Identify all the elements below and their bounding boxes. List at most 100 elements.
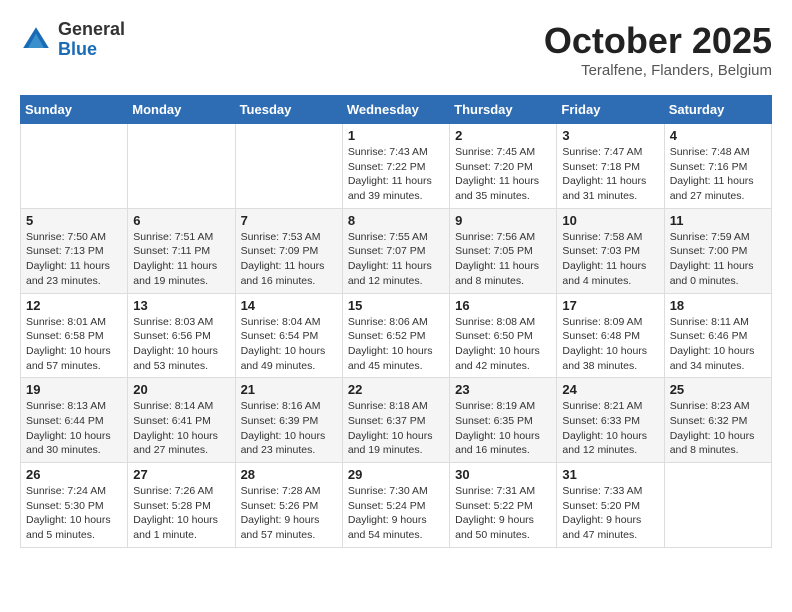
calendar-cell: 6 Sunrise: 7:51 AM Sunset: 7:11 PM Daylig… [128,208,235,293]
day-info: Sunrise: 8:09 AM Sunset: 6:48 PM Dayligh… [562,315,658,374]
day-of-week-friday: Friday [557,96,664,124]
logo-general: General [58,20,125,40]
day-of-week-monday: Monday [128,96,235,124]
week-row-1: 1Sunrise: 7:43 AM Sunset: 7:22 PM Daylig… [21,124,772,209]
day-of-week-tuesday: Tuesday [235,96,342,124]
day-number: 30 [455,467,551,482]
day-number: 1 [348,128,444,143]
day-info: Sunrise: 7:45 AM Sunset: 7:20 PM Dayligh… [455,145,551,204]
calendar-cell: 3Sunrise: 7:47 AM Sunset: 7:18 PM Daylig… [557,124,664,209]
logo: General Blue [20,20,125,60]
calendar-cell: 24Sunrise: 8:21 AM Sunset: 6:33 PM Dayli… [557,378,664,463]
day-info: Sunrise: 7:30 AM Sunset: 5:24 PM Dayligh… [348,484,444,543]
calendar-cell: 11Sunrise: 7:59 AM Sunset: 7:00 PM Dayli… [664,208,771,293]
calendar-cell: 18 Sunrise: 8:11 AM Sunset: 6:46 PM Dayli… [664,293,771,378]
calendar-cell: 4 Sunrise: 7:48 AM Sunset: 7:16 PM Daylig… [664,124,771,209]
day-info: Sunrise: 8:08 AM Sunset: 6:50 PM Dayligh… [455,315,551,374]
day-number: 10 [562,213,658,228]
day-info: Sunrise: 8:21 AM Sunset: 6:33 PM Dayligh… [562,399,658,458]
calendar-cell: 5 Sunrise: 7:50 AM Sunset: 7:13 PM Daylig… [21,208,128,293]
day-number: 8 [348,213,444,228]
calendar-cell: 10 Sunrise: 7:58 AM Sunset: 7:03 PM Dayli… [557,208,664,293]
day-info: Sunrise: 7:33 AM Sunset: 5:20 PM Dayligh… [562,484,658,543]
day-info: Sunrise: 8:01 AM Sunset: 6:58 PM Dayligh… [26,315,122,374]
day-info: Sunrise: 7:53 AM Sunset: 7:09 PM Dayligh… [241,230,337,289]
week-row-5: 26 Sunrise: 7:24 AM Sunset: 5:30 PM Dayli… [21,463,772,548]
day-number: 31 [562,467,658,482]
day-info: Sunrise: 8:14 AM Sunset: 6:41 PM Dayligh… [133,399,229,458]
day-info: Sunrise: 8:13 AM Sunset: 6:44 PM Dayligh… [26,399,122,458]
calendar-cell: 22 Sunrise: 8:18 AM Sunset: 6:37 PM Dayli… [342,378,449,463]
day-number: 12 [26,298,122,313]
day-of-week-sunday: Sunday [21,96,128,124]
day-number: 6 [133,213,229,228]
day-number: 27 [133,467,229,482]
calendar-cell: 1Sunrise: 7:43 AM Sunset: 7:22 PM Daylig… [342,124,449,209]
week-row-2: 5 Sunrise: 7:50 AM Sunset: 7:13 PM Daylig… [21,208,772,293]
calendar-cell: 29 Sunrise: 7:30 AM Sunset: 5:24 PM Dayli… [342,463,449,548]
day-number: 5 [26,213,122,228]
calendar-cell: 15Sunrise: 8:06 AM Sunset: 6:52 PM Dayli… [342,293,449,378]
day-number: 9 [455,213,551,228]
day-of-week-saturday: Saturday [664,96,771,124]
day-of-week-wednesday: Wednesday [342,96,449,124]
day-info: Sunrise: 7:56 AM Sunset: 7:05 PM Dayligh… [455,230,551,289]
calendar-cell: 13Sunrise: 8:03 AM Sunset: 6:56 PM Dayli… [128,293,235,378]
day-info: Sunrise: 7:51 AM Sunset: 7:11 PM Dayligh… [133,230,229,289]
days-of-week-row: SundayMondayTuesdayWednesdayThursdayFrid… [21,96,772,124]
week-row-3: 12 Sunrise: 8:01 AM Sunset: 6:58 PM Dayli… [21,293,772,378]
day-number: 20 [133,382,229,397]
day-number: 18 [670,298,766,313]
day-number: 7 [241,213,337,228]
day-info: Sunrise: 7:26 AM Sunset: 5:28 PM Dayligh… [133,484,229,543]
calendar-cell: 2 Sunrise: 7:45 AM Sunset: 7:20 PM Daylig… [450,124,557,209]
day-info: Sunrise: 7:31 AM Sunset: 5:22 PM Dayligh… [455,484,551,543]
calendar-cell: 14Sunrise: 8:04 AM Sunset: 6:54 PM Dayli… [235,293,342,378]
calendar-subtitle: Teralfene, Flanders, Belgium [544,62,772,79]
day-number: 17 [562,298,658,313]
day-info: Sunrise: 8:06 AM Sunset: 6:52 PM Dayligh… [348,315,444,374]
day-number: 23 [455,382,551,397]
calendar-table: SundayMondayTuesdayWednesdayThursdayFrid… [20,95,772,548]
day-number: 16 [455,298,551,313]
calendar-cell: 28Sunrise: 7:28 AM Sunset: 5:26 PM Dayli… [235,463,342,548]
day-info: Sunrise: 8:23 AM Sunset: 6:32 PM Dayligh… [670,399,766,458]
day-info: Sunrise: 8:11 AM Sunset: 6:46 PM Dayligh… [670,315,766,374]
calendar-cell: 26 Sunrise: 7:24 AM Sunset: 5:30 PM Dayli… [21,463,128,548]
calendar-cell: 27 Sunrise: 7:26 AM Sunset: 5:28 PM Dayli… [128,463,235,548]
calendar-cell [235,124,342,209]
calendar-cell: 12 Sunrise: 8:01 AM Sunset: 6:58 PM Dayli… [21,293,128,378]
day-info: Sunrise: 7:50 AM Sunset: 7:13 PM Dayligh… [26,230,122,289]
day-info: Sunrise: 8:04 AM Sunset: 6:54 PM Dayligh… [241,315,337,374]
day-number: 21 [241,382,337,397]
day-info: Sunrise: 8:16 AM Sunset: 6:39 PM Dayligh… [241,399,337,458]
day-info: Sunrise: 7:55 AM Sunset: 7:07 PM Dayligh… [348,230,444,289]
day-number: 13 [133,298,229,313]
calendar-header: SundayMondayTuesdayWednesdayThursdayFrid… [21,96,772,124]
calendar-cell: 25 Sunrise: 8:23 AM Sunset: 6:32 PM Dayli… [664,378,771,463]
day-number: 26 [26,467,122,482]
logo-blue: Blue [58,40,125,60]
calendar-cell: 16 Sunrise: 8:08 AM Sunset: 6:50 PM Dayli… [450,293,557,378]
day-info: Sunrise: 8:18 AM Sunset: 6:37 PM Dayligh… [348,399,444,458]
calendar-cell [21,124,128,209]
day-info: Sunrise: 7:24 AM Sunset: 5:30 PM Dayligh… [26,484,122,543]
logo-icon [20,24,52,56]
day-number: 25 [670,382,766,397]
day-info: Sunrise: 7:28 AM Sunset: 5:26 PM Dayligh… [241,484,337,543]
day-info: Sunrise: 7:47 AM Sunset: 7:18 PM Dayligh… [562,145,658,204]
day-number: 29 [348,467,444,482]
day-of-week-thursday: Thursday [450,96,557,124]
day-info: Sunrise: 7:58 AM Sunset: 7:03 PM Dayligh… [562,230,658,289]
day-info: Sunrise: 7:48 AM Sunset: 7:16 PM Dayligh… [670,145,766,204]
day-number: 2 [455,128,551,143]
day-number: 22 [348,382,444,397]
calendar-cell [128,124,235,209]
calendar-cell: 21 Sunrise: 8:16 AM Sunset: 6:39 PM Dayli… [235,378,342,463]
calendar-cell [664,463,771,548]
day-number: 4 [670,128,766,143]
calendar-cell: 7 Sunrise: 7:53 AM Sunset: 7:09 PM Daylig… [235,208,342,293]
calendar-body: 1Sunrise: 7:43 AM Sunset: 7:22 PM Daylig… [21,124,772,548]
calendar-title: October 2025 [544,20,772,62]
calendar-cell: 19Sunrise: 8:13 AM Sunset: 6:44 PM Dayli… [21,378,128,463]
